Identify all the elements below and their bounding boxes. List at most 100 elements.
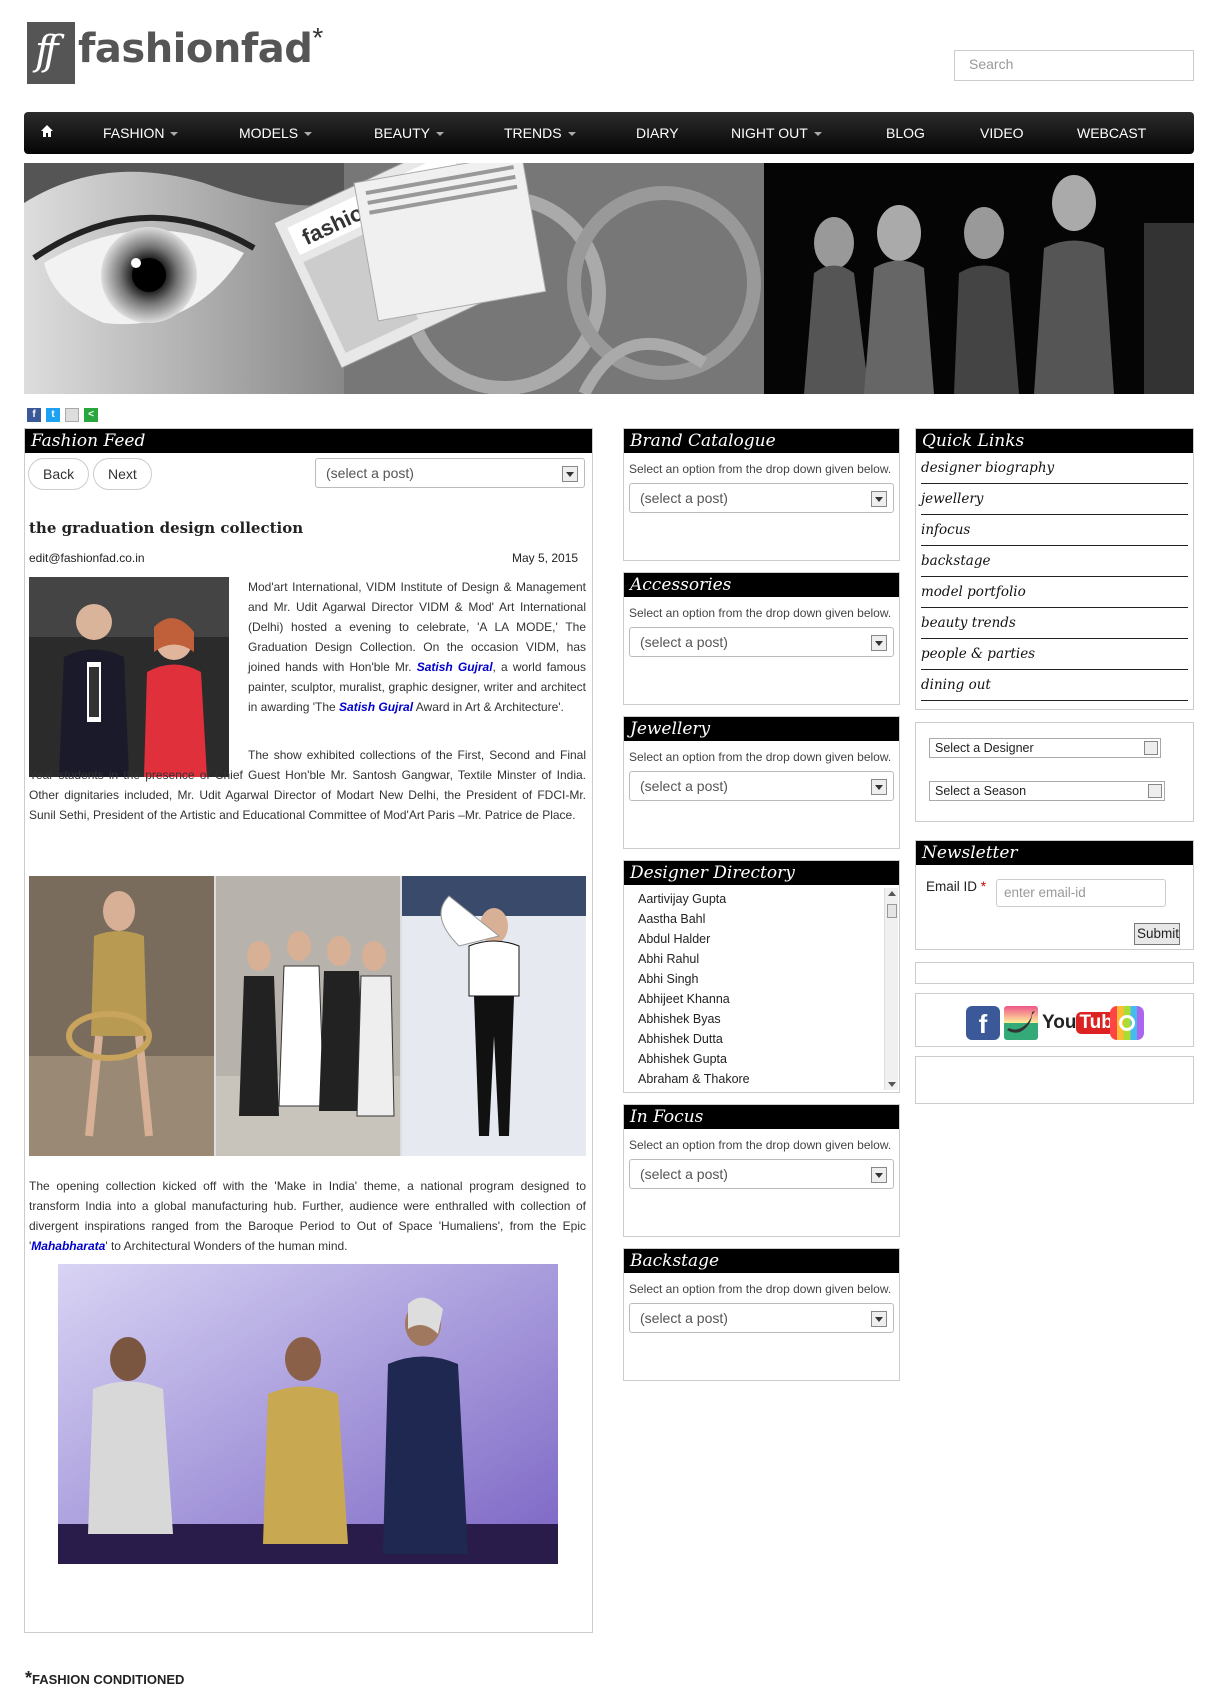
- quick-link[interactable]: infocus: [921, 515, 1188, 546]
- accessories-desc: Select an option from the drop down give…: [629, 606, 892, 620]
- youtube-icon[interactable]: You Tube: [1042, 1006, 1127, 1040]
- designer-item[interactable]: Aartivijay Gupta: [638, 889, 899, 909]
- nav-beauty[interactable]: BEAUTY: [374, 125, 445, 141]
- twitter-icon[interactable]: [1004, 1006, 1038, 1040]
- empty-panel-2: [915, 1056, 1194, 1104]
- facebook-icon[interactable]: f: [966, 1006, 1000, 1040]
- back-button[interactable]: Back: [28, 458, 90, 490]
- chevron-down-icon: [871, 1311, 887, 1327]
- quick-link[interactable]: dining out: [921, 670, 1188, 701]
- backstage-select[interactable]: (select a post): [629, 1303, 894, 1333]
- designer-item[interactable]: Abhishek Dutta: [638, 1029, 899, 1049]
- backstage-desc: Select an option from the drop down give…: [629, 1282, 892, 1296]
- article-author[interactable]: edit@fashionfad.co.in: [29, 551, 145, 565]
- search-input[interactable]: Search: [954, 50, 1194, 81]
- logo-star: *: [312, 22, 324, 53]
- share-icon[interactable]: <: [84, 408, 98, 422]
- email-input[interactable]: enter email-id: [996, 879, 1166, 907]
- header-banner: fashionfad: [24, 163, 1194, 394]
- twitter-share-icon[interactable]: t: [46, 408, 60, 422]
- in-focus-panel: In Focus Select an option from the drop …: [623, 1104, 900, 1237]
- quick-link[interactable]: people & parties: [921, 639, 1188, 670]
- backstage-panel: Backstage Select an option from the drop…: [623, 1248, 900, 1381]
- brand-catalogue-select[interactable]: (select a post): [629, 483, 894, 513]
- chevron-down-icon: [304, 132, 313, 137]
- brand-catalogue-panel: Brand Catalogue Select an option from th…: [623, 428, 900, 561]
- designer-directory-panel: Designer Directory Aartivijay Gupta Aast…: [623, 860, 900, 1093]
- designer-item[interactable]: Abhijeet Khanna: [638, 989, 899, 1009]
- chevron-down-icon: [813, 132, 822, 137]
- scrollbar-thumb[interactable]: [887, 904, 897, 918]
- scroll-down-icon[interactable]: [888, 1082, 896, 1087]
- designer-item[interactable]: Abraham & Thakore: [638, 1069, 899, 1089]
- quick-link[interactable]: backstage: [921, 546, 1188, 577]
- brand-catalogue-desc: Select an option from the drop down give…: [629, 462, 892, 476]
- home-icon[interactable]: [40, 124, 54, 141]
- designer-season-panel: Select a Designer Select a Season: [915, 722, 1194, 822]
- chevron-down-icon: [1148, 784, 1162, 798]
- banner-image: fashionfad: [24, 163, 1194, 394]
- quick-link[interactable]: model portfolio: [921, 577, 1188, 608]
- article-title: the graduation design collection: [29, 519, 304, 537]
- designer-item[interactable]: Aastha Bahl: [638, 909, 899, 929]
- in-focus-select[interactable]: (select a post): [629, 1159, 894, 1189]
- accessories-select[interactable]: (select a post): [629, 627, 894, 657]
- backstage-title: Backstage: [624, 1249, 899, 1273]
- chevron-down-icon: [567, 132, 576, 137]
- mahabharata-link[interactable]: Mahabharata: [31, 1239, 105, 1253]
- instagram-icon[interactable]: [1110, 1006, 1144, 1040]
- designer-item[interactable]: Abhi Singh: [638, 969, 899, 989]
- next-button[interactable]: Next: [93, 458, 152, 490]
- empty-panel-1: [915, 962, 1194, 984]
- in-focus-desc: Select an option from the drop down give…: [629, 1138, 892, 1152]
- designer-item[interactable]: Abhi Rahul: [638, 949, 899, 969]
- quick-link[interactable]: beauty trends: [921, 608, 1188, 639]
- jewellery-title: Jewellery: [624, 717, 899, 741]
- post-select[interactable]: (select a post): [315, 458, 585, 488]
- brand-catalogue-title: Brand Catalogue: [624, 429, 899, 453]
- article-date: May 5, 2015: [512, 551, 579, 565]
- facebook-share-icon[interactable]: f: [27, 408, 41, 422]
- social-panel: f You Tube: [915, 993, 1194, 1047]
- article-paragraph-2: The show exhibited collections of the Fi…: [29, 748, 586, 822]
- designer-directory-title: Designer Directory: [624, 861, 899, 885]
- nav-blog[interactable]: BLOG: [886, 125, 925, 141]
- logo-mark-icon: ff: [27, 22, 75, 84]
- directory-scrollbar[interactable]: [884, 888, 898, 1090]
- quick-links-panel: Quick Links designer biography jewellery…: [915, 428, 1194, 710]
- chevron-down-icon: [871, 779, 887, 795]
- nav-trends[interactable]: TRENDS: [504, 125, 576, 141]
- designer-select[interactable]: Select a Designer: [929, 738, 1161, 758]
- fashion-feed-title: Fashion Feed: [25, 429, 592, 453]
- jewellery-select[interactable]: (select a post): [629, 771, 894, 801]
- designer-item[interactable]: Abdul Halder: [638, 929, 899, 949]
- scroll-up-icon[interactable]: [888, 891, 896, 896]
- designer-item[interactable]: Abhishek Gupta: [638, 1049, 899, 1069]
- designer-item[interactable]: Abhishek Byas: [638, 1009, 899, 1029]
- satish-gujral-award-link[interactable]: Satish Gujral: [339, 700, 413, 714]
- submit-button[interactable]: Submit: [1134, 923, 1180, 945]
- nav-night-out[interactable]: NIGHT OUT: [731, 125, 822, 141]
- accessories-title: Accessories: [624, 573, 899, 597]
- satish-gujral-link[interactable]: Satish Gujral: [417, 660, 493, 674]
- chevron-down-icon: [871, 1167, 887, 1183]
- nav-webcast[interactable]: WEBCAST: [1077, 125, 1146, 141]
- nav-diary[interactable]: DIARY: [636, 125, 679, 141]
- designer-directory-list[interactable]: Aartivijay Gupta Aastha Bahl Abdul Halde…: [624, 885, 899, 1089]
- newsletter-panel: Newsletter Email ID * enter email-id Sub…: [915, 840, 1194, 950]
- quick-link[interactable]: jewellery: [921, 484, 1188, 515]
- chevron-down-icon: [871, 635, 887, 651]
- nav-models[interactable]: MODELS: [239, 125, 313, 141]
- nav-fashion[interactable]: FASHION: [103, 125, 179, 141]
- article-paragraph-3: The opening collection kicked off with t…: [29, 1179, 586, 1253]
- email-share-icon[interactable]: [65, 408, 79, 422]
- article-photo-runway: [29, 876, 586, 1156]
- quick-link[interactable]: designer biography: [921, 453, 1188, 484]
- site-logo[interactable]: ff fashionfad *: [27, 22, 323, 84]
- newsletter-title: Newsletter: [916, 841, 1193, 865]
- chevron-down-icon: [1144, 741, 1158, 755]
- season-select[interactable]: Select a Season: [929, 781, 1165, 801]
- nav-video[interactable]: VIDEO: [980, 125, 1024, 141]
- article-photo-stage: [58, 1264, 558, 1564]
- article-paragraph-1: Mod'art International, VIDM Institute of…: [248, 580, 586, 714]
